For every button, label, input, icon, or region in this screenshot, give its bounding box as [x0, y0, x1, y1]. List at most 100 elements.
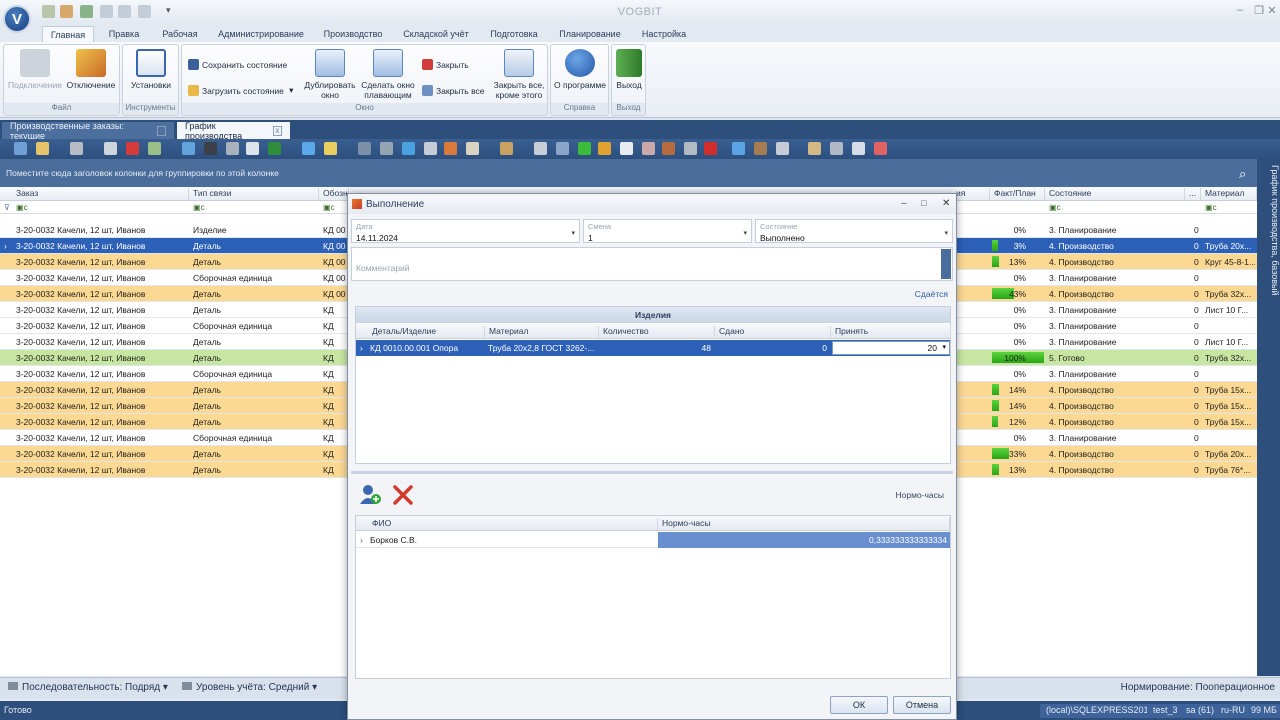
level-selector[interactable]: Уровень учёта: Средний ▾: [182, 682, 317, 693]
arrow-icon[interactable]: [302, 142, 315, 155]
col-name[interactable]: ФИО: [368, 518, 658, 530]
col-fact-plan[interactable]: Факт/План: [990, 188, 1045, 200]
col-part[interactable]: Деталь/Изделие: [368, 326, 485, 338]
quick-load-icon[interactable]: [80, 5, 93, 18]
quick-access-dropdown-icon[interactable]: ▾: [166, 5, 171, 16]
move-icon[interactable]: [732, 142, 745, 155]
col-state[interactable]: Состояние: [1045, 188, 1185, 200]
excel-icon[interactable]: [268, 142, 281, 155]
tab-production-schedule[interactable]: График производства x: [177, 121, 290, 141]
up-arrow-icon[interactable]: [704, 142, 717, 155]
col-designation[interactable]: Обозн: [319, 188, 349, 200]
filter-icon[interactable]: [148, 142, 161, 155]
calendar-icon[interactable]: [874, 142, 887, 155]
window-icon[interactable]: [852, 142, 865, 155]
dialog-title-bar[interactable]: Выполнение – □ ✕: [348, 194, 956, 214]
close-all-button[interactable]: Закрыть все: [422, 85, 485, 96]
date-field[interactable]: Дата 14.11.2024 ▾: [351, 219, 580, 243]
quick-paste-icon[interactable]: [138, 5, 151, 18]
spin-dropdown-icon[interactable]: ▾: [942, 343, 946, 351]
tab-home[interactable]: Главная: [42, 26, 94, 43]
col-material[interactable]: Материал: [1201, 188, 1257, 200]
tab-preparation[interactable]: Подготовка: [482, 26, 546, 43]
side-tab-base-schedule[interactable]: График производства, базовый: [1257, 159, 1280, 676]
box-icon[interactable]: [754, 142, 767, 155]
chevron-down-icon[interactable]: ▾: [743, 229, 747, 237]
binoculars-icon[interactable]: [204, 142, 217, 155]
skip-icon[interactable]: [358, 142, 371, 155]
dialog-maximize-icon[interactable]: □: [921, 198, 926, 208]
clipboard-icon[interactable]: [466, 142, 479, 155]
float-window-button[interactable]: Сделать окно плавающим: [358, 49, 418, 100]
delete-icon[interactable]: [126, 142, 139, 155]
filter-cell-desig[interactable]: ▣с: [323, 203, 335, 212]
form-icon[interactable]: [246, 142, 259, 155]
search-icon[interactable]: [36, 142, 49, 155]
funnel-icon[interactable]: [424, 142, 437, 155]
tab-edit[interactable]: Правка: [100, 26, 148, 43]
norming-label[interactable]: Нормирование: Пооперационное: [1105, 682, 1275, 693]
dialog-close-icon[interactable]: ✕: [942, 198, 950, 209]
disconnect-button[interactable]: Отключение: [64, 49, 118, 90]
zoom-icon[interactable]: [556, 142, 569, 155]
barcode-icon[interactable]: [620, 142, 633, 155]
cube-icon[interactable]: [598, 142, 611, 155]
network-icon[interactable]: [642, 142, 655, 155]
print-icon[interactable]: [70, 142, 83, 155]
tab-production[interactable]: Производство: [318, 26, 388, 43]
remove-worker-button[interactable]: [392, 484, 414, 506]
funnel-settings-icon[interactable]: [776, 142, 789, 155]
worker-hours[interactable]: 0,333333333333334: [658, 532, 950, 548]
quick-cut-icon[interactable]: [100, 5, 113, 18]
duplicate-window-button[interactable]: Дублировать окно: [300, 49, 360, 100]
shift-field[interactable]: Смена 1 ▾: [583, 219, 752, 243]
close-tab-icon[interactable]: x: [272, 125, 282, 136]
exit-button[interactable]: Выход: [613, 49, 645, 90]
layout-icon[interactable]: [808, 142, 821, 155]
check-icon[interactable]: [578, 142, 591, 155]
filter-cell-material[interactable]: ▣с: [1205, 203, 1217, 212]
col-quantity[interactable]: Количество: [599, 326, 715, 338]
items-row[interactable]: › КД 0010.00.001 Опора Труба 20х2,8 ГОСТ…: [356, 340, 950, 356]
quick-disconnect-icon[interactable]: [60, 5, 73, 18]
circle-icon[interactable]: [380, 142, 393, 155]
sequence-selector[interactable]: Последовательность: Подряд ▾: [8, 682, 168, 693]
link-icon[interactable]: [830, 142, 843, 155]
cancel-button[interactable]: Отмена: [893, 696, 951, 714]
close-button[interactable]: Закрыть: [422, 59, 469, 70]
close-window-icon[interactable]: ✕: [1262, 4, 1280, 20]
close-all-except-button[interactable]: Закрыть все, кроме этого: [490, 49, 548, 100]
upload-icon[interactable]: [402, 142, 415, 155]
tab-production-orders[interactable]: Производственные заказы: текущие x: [2, 121, 174, 141]
accept-input[interactable]: 20 ▾: [832, 341, 950, 355]
clock-icon[interactable]: [534, 142, 547, 155]
tab-work[interactable]: Рабочая: [155, 26, 205, 43]
minimize-icon[interactable]: –: [1230, 4, 1250, 20]
chevron-down-icon[interactable]: ▾: [571, 229, 575, 237]
app-logo[interactable]: V: [3, 5, 31, 33]
wrench-icon[interactable]: [226, 142, 239, 155]
col-given[interactable]: Сдано: [715, 326, 831, 338]
table-icon[interactable]: [684, 142, 697, 155]
hammer-icon[interactable]: [500, 142, 513, 155]
comment-field[interactable]: Комментарий: [351, 247, 953, 281]
filter-cell-link[interactable]: ▣с: [193, 203, 205, 212]
filter-cell-state[interactable]: ▣с: [1049, 203, 1061, 212]
quick-connect-icon[interactable]: [42, 5, 55, 18]
col-material[interactable]: Материал: [485, 326, 599, 338]
comment-scrollbar[interactable]: [941, 249, 951, 279]
col-accept[interactable]: Принять: [831, 326, 951, 338]
state-field[interactable]: Состояние Выполнено ▾: [755, 219, 953, 243]
col-more[interactable]: ...: [1185, 188, 1201, 200]
tab-settings[interactable]: Настройка: [634, 26, 694, 43]
group-panel[interactable]: Поместите сюда заголовок колонки для гру…: [0, 159, 1257, 187]
quick-copy-icon[interactable]: [118, 5, 131, 18]
search-icon[interactable]: ⌕: [1239, 166, 1246, 182]
dialog-minimize-icon[interactable]: –: [901, 198, 907, 209]
ok-button[interactable]: ОК: [830, 696, 888, 714]
about-button[interactable]: О программе: [553, 49, 607, 90]
add-worker-button[interactable]: [358, 483, 382, 505]
sync-icon[interactable]: [182, 142, 195, 155]
settings-button[interactable]: Установки: [125, 49, 177, 90]
close-tab-icon[interactable]: x: [156, 125, 166, 136]
